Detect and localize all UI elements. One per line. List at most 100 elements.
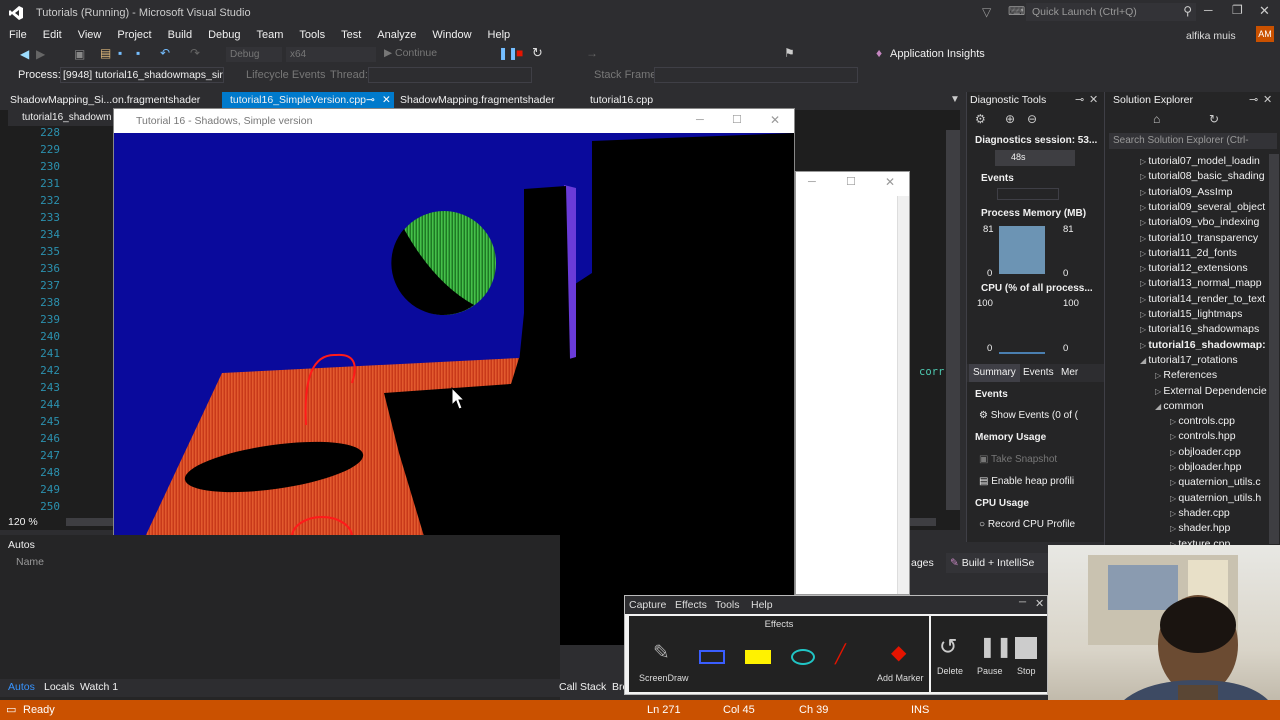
arrow-tool-icon[interactable]: ╱ — [835, 644, 846, 665]
forward-icon[interactable]: ▶ — [36, 47, 45, 61]
record-cpu-button[interactable]: ○ Record CPU Profile — [979, 519, 1075, 530]
menu-view[interactable]: View — [70, 26, 110, 44]
diag-zoom-in-icon[interactable]: ⊕ — [1005, 112, 1015, 126]
add-marker-label[interactable]: Add Marker — [877, 673, 924, 683]
back-icon[interactable]: ◀ — [20, 47, 29, 61]
solution-tree-item[interactable]: ▷ tutorial14_render_to_text — [1140, 293, 1265, 305]
solution-tree-item[interactable]: ▷ controls.cpp — [1170, 415, 1235, 427]
tab-locals[interactable]: Locals — [44, 681, 74, 693]
stop-label[interactable]: Stop — [1017, 666, 1036, 676]
menu-edit[interactable]: Edit — [35, 26, 70, 44]
tab-shadowmapping-simple-fragment[interactable]: ShadowMapping_Si...on.fragmentshader — [2, 92, 208, 108]
capture-menu-help[interactable]: Help — [751, 599, 773, 611]
solution-tree-item[interactable]: ▷ tutorial08_basic_shading — [1140, 170, 1265, 182]
minimize-button[interactable]: ─ — [1204, 3, 1216, 17]
maximize-button[interactable]: ❐ — [1232, 3, 1244, 17]
console-maximize-button[interactable]: ☐ — [846, 175, 856, 188]
feedback-icon[interactable]: ⌨ — [1008, 4, 1025, 18]
tab-overflow-icon[interactable]: ▼ — [950, 94, 960, 105]
app-insights-icon[interactable]: ♦ — [876, 46, 882, 60]
solution-tree-item[interactable]: ▷ tutorial09_several_object — [1140, 201, 1265, 213]
delete-label[interactable]: Delete — [937, 666, 963, 676]
opengl-minimize-button[interactable]: ─ — [696, 114, 704, 126]
save-icon[interactable]: ▪ — [118, 46, 122, 60]
solution-pin-icon[interactable]: ⊸ — [1249, 93, 1258, 106]
user-name[interactable]: alfika muis — [1186, 30, 1236, 42]
menu-tools[interactable]: Tools — [291, 26, 333, 44]
build-filter-select[interactable]: ✎ Build + IntelliSe — [946, 553, 1048, 573]
take-snapshot-button[interactable]: ▣ Take Snapshot — [979, 454, 1057, 465]
lifecycle-events-label[interactable]: Lifecycle Events — [246, 69, 325, 81]
capture-close-button[interactable]: ✕ — [1035, 597, 1044, 610]
redo-icon[interactable]: ↷ — [190, 46, 200, 60]
solution-tree-item[interactable]: ▷ tutorial16_shadowmap: — [1140, 339, 1266, 351]
save-all-icon[interactable]: ▪ — [136, 46, 140, 60]
autos-name-header[interactable]: Name — [16, 556, 44, 568]
app-insights-label[interactable]: Application Insights — [890, 48, 985, 60]
filter-icon[interactable]: ▽ — [982, 5, 991, 19]
capture-minimize-button[interactable]: ─ — [1019, 597, 1026, 608]
nav-project-dropdown[interactable]: tutorial16_shadowm — [8, 110, 118, 126]
solution-search-input[interactable]: Search Solution Explorer (Ctrl- — [1109, 133, 1277, 149]
undo-icon[interactable]: ↶ — [160, 46, 170, 60]
diag-events-header[interactable]: Events — [981, 173, 1014, 184]
close-button[interactable]: ✕ — [1259, 3, 1271, 19]
solution-tree-item[interactable]: ▷ quaternion_utils.c — [1170, 476, 1261, 488]
menu-build[interactable]: Build — [160, 26, 200, 44]
tab-watch1[interactable]: Watch 1 — [80, 681, 118, 693]
diag-close-icon[interactable]: ✕ — [1089, 93, 1098, 106]
solution-tree-item[interactable]: ▷ tutorial09_AssImp — [1140, 186, 1232, 198]
config-select[interactable]: Debug — [226, 47, 282, 62]
enable-heap-button[interactable]: ▤ Enable heap profili — [979, 476, 1074, 487]
solution-close-icon[interactable]: ✕ — [1263, 93, 1272, 106]
diag-cpu-header[interactable]: CPU (% of all process... — [981, 283, 1093, 294]
solution-tree-item[interactable]: ▷ tutorial11_2d_fonts — [1140, 247, 1237, 259]
tab-autos[interactable]: Autos — [8, 681, 35, 693]
solution-tree-item[interactable]: ▷ tutorial09_vbo_indexing — [1140, 216, 1259, 228]
stop-debugging-icon[interactable]: ■ — [516, 46, 523, 60]
refresh-icon[interactable]: ↻ — [1209, 112, 1219, 126]
tab-tutorial16-cpp[interactable]: tutorial16.cpp — [582, 92, 661, 108]
zoom-level[interactable]: 120 % — [8, 516, 38, 528]
solution-tree-item[interactable]: ▷ tutorial13_normal_mapp — [1140, 277, 1262, 289]
platform-select[interactable]: x64 — [286, 47, 376, 62]
opengl-maximize-button[interactable]: ☐ — [732, 113, 742, 126]
diag-memory-header[interactable]: Process Memory (MB) — [981, 208, 1086, 219]
solution-tree-item[interactable]: ▷ controls.hpp — [1170, 430, 1236, 442]
stop-icon[interactable] — [1015, 637, 1037, 659]
home-icon[interactable]: ⌂ — [1153, 112, 1160, 126]
restart-icon[interactable]: ↻ — [532, 45, 543, 61]
open-icon[interactable]: ▤ — [100, 46, 111, 60]
stack-frame-select[interactable] — [654, 67, 858, 83]
console-minimize-button[interactable]: ─ — [808, 176, 816, 188]
tab-tutorial16-simpleversion[interactable]: tutorial16_SimpleVersion.cpp ⊸ ✕ — [222, 92, 394, 108]
pause-icon[interactable]: ❚❚ — [979, 634, 1013, 659]
solution-tree-item[interactable]: ▷ tutorial16_shadowmaps — [1140, 323, 1259, 335]
user-avatar[interactable]: AM — [1256, 26, 1274, 42]
opengl-window-titlebar[interactable]: Tutorial 16 - Shadows, Simple version — [114, 109, 794, 133]
solution-tree-item[interactable]: ▷ tutorial07_model_loadin — [1140, 155, 1260, 167]
menu-file[interactable]: File — [1, 26, 35, 44]
step-icon[interactable]: → — [586, 46, 598, 60]
console-window[interactable]: ─ ☐ ✕ — [795, 171, 910, 595]
solution-tree-item[interactable]: ▷ tutorial15_lightmaps — [1140, 308, 1242, 320]
solution-tree-item[interactable]: ▷ objloader.hpp — [1170, 461, 1241, 473]
diag-pin-icon[interactable]: ⊸ — [1075, 93, 1084, 106]
menu-test[interactable]: Test — [333, 26, 369, 44]
console-scrollbar[interactable] — [897, 196, 909, 594]
pin-icon[interactable]: ⊸ — [366, 92, 375, 108]
delete-icon[interactable]: ↺ — [939, 634, 957, 660]
menu-debug[interactable]: Debug — [200, 26, 248, 44]
screendraw-label[interactable]: ScreenDraw — [639, 673, 689, 683]
add-marker-icon[interactable]: ◆ — [891, 640, 906, 665]
diag-tab-events[interactable]: Events — [1023, 367, 1054, 378]
solution-tree-item[interactable]: ▷ External Dependencie — [1155, 385, 1267, 397]
capture-menu-tools[interactable]: Tools — [715, 599, 740, 611]
solution-tree-item[interactable]: ▷ tutorial12_extensions — [1140, 262, 1248, 274]
menu-help[interactable]: Help — [480, 26, 519, 44]
thread-select[interactable] — [368, 67, 532, 83]
opengl-close-button[interactable]: ✕ — [770, 113, 780, 127]
diag-tab-summary[interactable]: Summary — [969, 364, 1020, 382]
highlighter-tool-icon[interactable] — [745, 650, 771, 664]
new-project-icon[interactable]: ▣ — [74, 47, 85, 61]
